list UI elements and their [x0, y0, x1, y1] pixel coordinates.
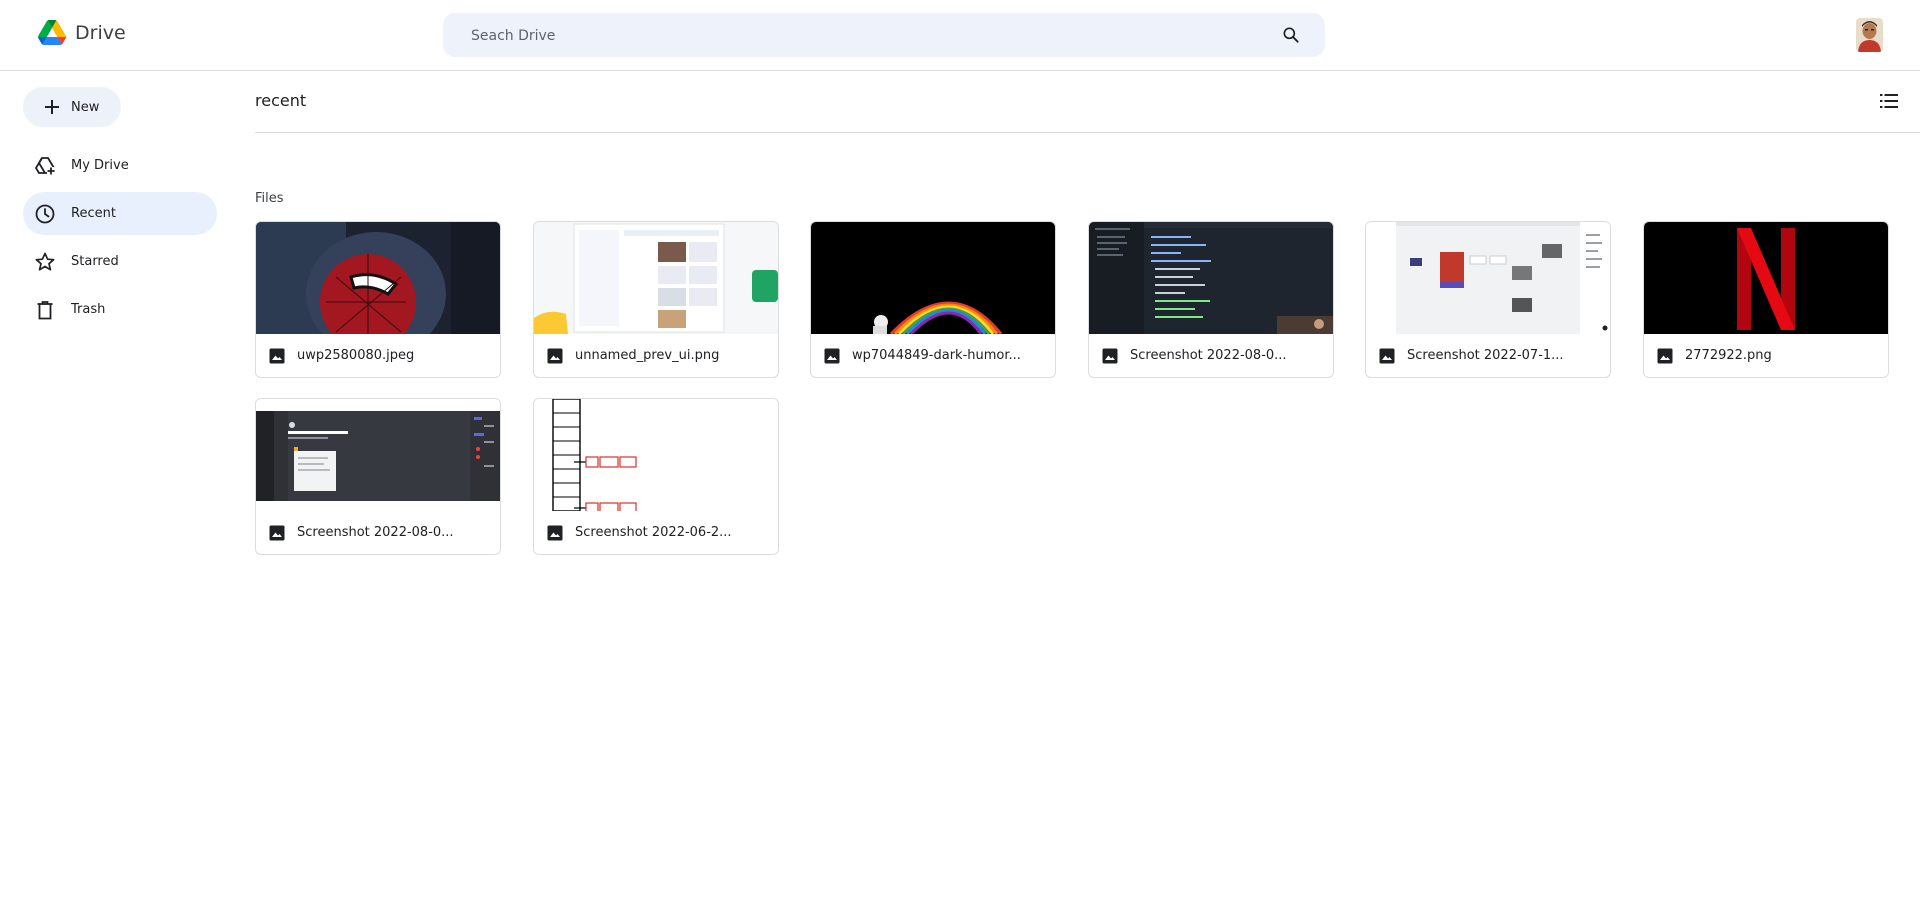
- sidebar-item-trash[interactable]: Trash: [23, 288, 217, 331]
- divider: [255, 132, 1920, 133]
- file-card[interactable]: wp7044849-dark-humor...: [810, 221, 1056, 378]
- file-card[interactable]: Screenshot 2022-08-0...: [1088, 221, 1334, 378]
- file-name: Screenshot 2022-08-0...: [1130, 348, 1287, 363]
- top-bar: Drive: [0, 0, 1920, 71]
- avatar[interactable]: [1856, 18, 1883, 52]
- file-name: 2772922.png: [1685, 348, 1772, 363]
- trash-icon: [34, 299, 56, 321]
- file-name: unnamed_prev_ui.png: [575, 348, 720, 363]
- file-card[interactable]: 2772922.png: [1643, 221, 1889, 378]
- file-card[interactable]: Screenshot 2022-08-0...: [255, 398, 501, 555]
- image-icon: [1657, 348, 1673, 363]
- drive-icon: [34, 155, 56, 177]
- drive-logo-icon: [38, 20, 66, 45]
- drive-logo[interactable]: Drive: [38, 20, 126, 45]
- file-card-footer: Screenshot 2022-08-0...: [1089, 334, 1333, 377]
- file-card-footer: Screenshot 2022-08-0...: [256, 511, 500, 554]
- sidebar-item-my-drive[interactable]: My Drive: [23, 144, 217, 187]
- new-button-label: New: [71, 99, 100, 115]
- file-thumbnail: [1366, 222, 1610, 334]
- file-thumbnail: [1644, 222, 1888, 334]
- search-bar[interactable]: [443, 13, 1325, 57]
- file-card[interactable]: unnamed_prev_ui.png: [533, 221, 779, 378]
- file-card[interactable]: uwp2580080.jpeg: [255, 221, 501, 378]
- image-icon: [1102, 348, 1118, 363]
- file-thumbnail: [534, 222, 778, 334]
- file-card[interactable]: Screenshot 2022-07-1...: [1365, 221, 1611, 378]
- file-card-footer: Screenshot 2022-07-1...: [1366, 334, 1610, 377]
- image-icon: [824, 348, 840, 363]
- file-card-footer: Screenshot 2022-06-2...: [534, 511, 778, 554]
- file-name: Screenshot 2022-06-2...: [575, 525, 732, 540]
- file-name: Screenshot 2022-07-1...: [1407, 348, 1564, 363]
- file-card-footer: unnamed_prev_ui.png: [534, 334, 778, 377]
- sidebar-item-recent[interactable]: Recent: [23, 192, 217, 235]
- image-icon: [1379, 348, 1395, 363]
- sidebar-item-label: Trash: [71, 302, 106, 317]
- file-name: Screenshot 2022-08-0...: [297, 525, 454, 540]
- app-name: Drive: [75, 21, 126, 44]
- sidebar-item-label: My Drive: [71, 158, 129, 173]
- file-name: wp7044849-dark-humor...: [852, 348, 1021, 363]
- image-icon: [547, 348, 563, 363]
- file-thumbnail: [811, 222, 1055, 334]
- user-avatar-icon: [1856, 18, 1883, 52]
- image-icon: [269, 348, 285, 363]
- new-button[interactable]: New: [23, 87, 121, 127]
- file-card-footer: wp7044849-dark-humor...: [811, 334, 1055, 377]
- file-thumbnail: [1089, 222, 1333, 334]
- clock-icon: [34, 203, 56, 225]
- search-input[interactable]: [471, 25, 1251, 47]
- file-card[interactable]: Screenshot 2022-06-2...: [533, 398, 779, 555]
- image-icon: [269, 525, 285, 540]
- page-title: recent: [255, 91, 307, 110]
- file-name: uwp2580080.jpeg: [297, 348, 415, 363]
- plus-icon: [45, 100, 59, 114]
- star-icon: [34, 251, 56, 273]
- file-thumbnail: [256, 222, 500, 334]
- file-thumbnail: [534, 399, 778, 511]
- search-icon[interactable]: [1281, 25, 1301, 45]
- files-section-label: Files: [255, 191, 284, 206]
- image-icon: [547, 525, 563, 540]
- file-card-footer: 2772922.png: [1644, 334, 1888, 377]
- file-card-footer: uwp2580080.jpeg: [256, 334, 500, 377]
- list-view-icon[interactable]: [1879, 92, 1899, 110]
- sidebar-item-label: Recent: [71, 206, 116, 221]
- file-thumbnail: [256, 399, 500, 511]
- sidebar-item-label: Starred: [71, 254, 119, 269]
- sidebar-item-starred[interactable]: Starred: [23, 240, 217, 283]
